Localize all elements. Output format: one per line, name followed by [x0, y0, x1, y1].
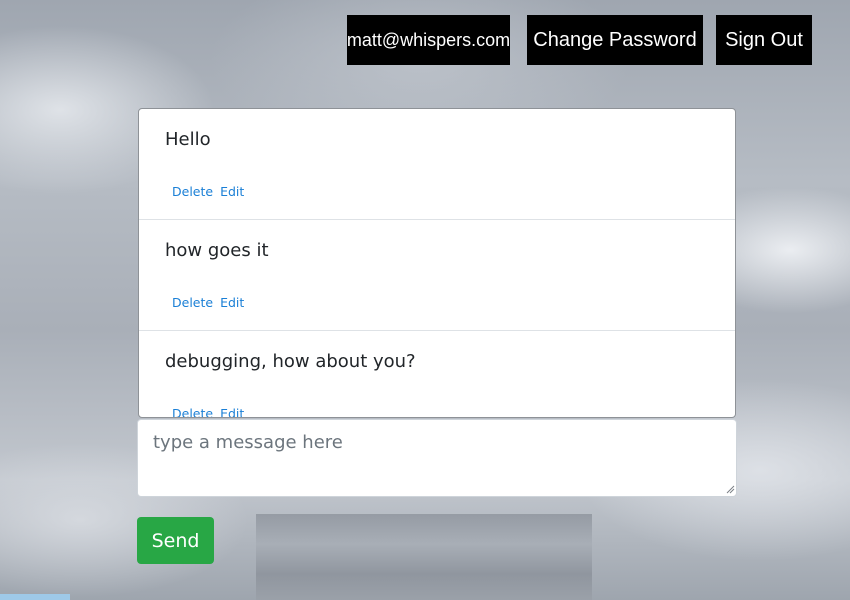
change-password-button[interactable]: Change Password [527, 15, 703, 65]
background-block [256, 514, 592, 600]
message-text: how goes it [165, 240, 269, 261]
message-item: Hello Delete Edit [139, 109, 735, 220]
send-button[interactable]: Send [137, 517, 214, 564]
message-actions: Delete Edit [172, 184, 251, 199]
message-item: how goes it Delete Edit [139, 220, 735, 331]
edit-link[interactable]: Edit [220, 184, 244, 199]
message-item: debugging, how about you? Delete Edit [139, 331, 735, 417]
delete-link[interactable]: Delete [172, 406, 213, 417]
resize-grip-icon[interactable] [725, 484, 735, 494]
message-actions: Delete Edit [172, 406, 251, 417]
message-input[interactable] [137, 419, 737, 497]
message-actions: Delete Edit [172, 295, 251, 310]
message-text: Hello [165, 129, 211, 150]
sign-out-button[interactable]: Sign Out [716, 15, 812, 65]
edit-link[interactable]: Edit [220, 295, 244, 310]
delete-link[interactable]: Delete [172, 295, 213, 310]
user-email-button[interactable]: matt@whispers.com [347, 15, 510, 65]
delete-link[interactable]: Delete [172, 184, 213, 199]
message-list[interactable]: Hello Delete Edit how goes it Delete Edit … [138, 108, 736, 418]
message-text: debugging, how about you? [165, 351, 416, 372]
edit-link[interactable]: Edit [220, 406, 244, 417]
background-corner [0, 594, 70, 600]
